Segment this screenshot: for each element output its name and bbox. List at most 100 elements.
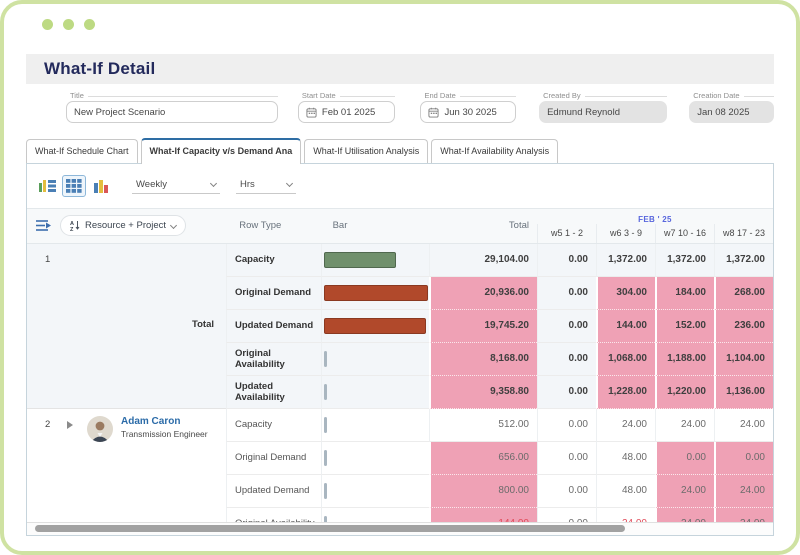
title-input[interactable]: [74, 106, 270, 118]
grid-row: Original Availability 8,168.00 0.00 1,068.0…: [226, 342, 773, 376]
zero-bar-tick: [324, 383, 327, 400]
bar-cell: [321, 309, 429, 343]
group-resource-cell: 1 Total: [27, 244, 226, 409]
demand-bar: [324, 284, 428, 301]
start-date-input[interactable]: [321, 106, 388, 118]
total-cell: 656.00: [429, 441, 537, 475]
week-cell: 1,220.00: [655, 375, 714, 409]
grid-row: Updated Demand 19,745.20 0.00 144.00 152.00 2…: [226, 309, 773, 343]
end-date-input[interactable]: [444, 106, 509, 118]
row-type-label: Updated Demand: [226, 309, 321, 343]
expand-all-icon[interactable]: [35, 219, 52, 232]
week-cell: 144.00: [596, 309, 655, 343]
bar-cell: [321, 441, 429, 475]
end-date-label: End Date: [420, 90, 516, 101]
month-group-header: FEB ' 25: [638, 214, 672, 224]
page-header: What-If Detail: [26, 54, 774, 84]
start-date-label: Start Date: [298, 90, 396, 101]
zero-bar-tick: [324, 449, 327, 466]
window-controls: [42, 19, 95, 30]
chevron-down-icon: [170, 221, 178, 229]
period-select[interactable]: Weekly: [132, 177, 220, 195]
tab-utilisation-analysis[interactable]: What-If Utilisation Analysis: [304, 139, 429, 163]
calendar-icon[interactable]: [306, 107, 317, 118]
week-cell: 0.00: [537, 375, 596, 409]
bar-cell: [321, 507, 429, 523]
creation-date-input: [697, 106, 766, 118]
column-header-bar: Bar: [332, 220, 348, 232]
row-type-label: Original Availability: [226, 342, 321, 376]
row-number: 1: [45, 253, 51, 265]
window-dot-icon[interactable]: [42, 19, 53, 30]
week-cell: 24.00: [655, 408, 714, 442]
detail-form: Title Start Date End Date Created By: [4, 90, 796, 130]
week-cell: 0.00: [655, 441, 714, 475]
column-header-week: w8 17 - 23: [713, 223, 773, 243]
zero-bar-tick: [324, 350, 327, 367]
bar-cell: [321, 474, 429, 508]
analysis-tabs: What-If Schedule Chart What-If Capacity …: [26, 138, 774, 164]
week-cell: 0.00: [537, 507, 596, 523]
row-number: 2: [45, 418, 51, 430]
unit-select[interactable]: Hrs: [236, 177, 296, 195]
end-date-field: End Date: [420, 90, 517, 130]
group-total-label: Total: [192, 318, 214, 330]
week-cell: 24.00: [714, 507, 773, 523]
calendar-icon[interactable]: [428, 107, 440, 118]
week-cell: 1,188.00: [655, 342, 714, 376]
chart-grid-view-icon[interactable]: [35, 175, 59, 197]
group-resource-cell: 2 Adam Caron Transmission Engineer: [27, 409, 226, 522]
week-cell: 0.00: [537, 441, 596, 475]
week-cell: 0.00: [714, 441, 773, 475]
week-cell: 268.00: [714, 276, 773, 310]
week-cell: 48.00: [596, 441, 655, 475]
grid-header: AZ Resource + Project Row Type Bar Total…: [27, 207, 773, 244]
tab-availability-analysis[interactable]: What-If Availability Analysis: [431, 139, 559, 163]
view-toolbar: Weekly Hrs: [27, 164, 773, 208]
total-cell: 512.00: [429, 408, 537, 442]
week-cell: 1,104.00: [714, 342, 773, 376]
total-cell: 9,358.80: [429, 375, 537, 409]
horizontal-scrollbar[interactable]: [27, 522, 773, 535]
resource-info: Adam Caron Transmission Engineer: [121, 416, 208, 439]
grid-row: Capacity 512.00 0.00 24.00 24.00 24.00: [226, 408, 773, 442]
row-type-label: Updated Demand: [226, 474, 321, 508]
week-cell: 152.00: [655, 309, 714, 343]
total-cell: 20,936.00: [429, 276, 537, 310]
row-type-label: Capacity: [226, 408, 321, 442]
bar-cell: [321, 408, 429, 442]
group-rows: Capacity 29,104.00 0.00 1,372.00 1,372.00 1,3…: [226, 243, 773, 409]
bar-cell: [321, 375, 429, 409]
group-by-select[interactable]: AZ Resource + Project: [60, 215, 187, 237]
resource-avatar: [87, 415, 113, 442]
zero-bar-tick: [324, 482, 327, 499]
scrollbar-thumb[interactable]: [35, 525, 625, 533]
week-cell: 24.00: [655, 474, 714, 508]
total-cell: 800.00: [429, 474, 537, 508]
tab-schedule-chart[interactable]: What-If Schedule Chart: [26, 139, 138, 163]
tab-capacity-vs-demand[interactable]: What-If Capacity v/s Demand Ana: [140, 138, 302, 164]
row-type-label: Updated Availability: [226, 375, 321, 409]
row-type-label: Original Demand: [226, 441, 321, 475]
capacity-bar: [324, 251, 396, 268]
created-by-label: Created By: [539, 90, 667, 101]
grid-view-icon[interactable]: [62, 174, 86, 197]
grid-row: Updated Demand 800.00 0.00 48.00 24.00 24.00: [226, 474, 773, 508]
resource-name-link[interactable]: Adam Caron: [121, 416, 208, 427]
expand-arrow-icon[interactable]: [67, 420, 73, 429]
week-cell: 24.00: [655, 507, 714, 523]
week-cell: 184.00: [655, 276, 714, 310]
title-label: Title: [66, 90, 278, 101]
bar-chart-view-icon[interactable]: [89, 175, 113, 197]
grid-row: Original Availability-144.000.00-24.0024…: [226, 507, 773, 523]
app-window: What-If Detail Title Start Date End Date…: [0, 0, 800, 555]
window-dot-icon[interactable]: [84, 19, 95, 30]
grid-row: Original Demand 656.00 0.00 48.00 0.00 0.00: [226, 441, 773, 475]
start-date-field: Start Date: [297, 90, 396, 130]
column-header-row-type: Row Type: [239, 220, 282, 232]
bar-cell: [321, 243, 429, 277]
grid-row: Capacity 29,104.00 0.00 1,372.00 1,372.00 1,3…: [226, 243, 773, 277]
window-dot-icon[interactable]: [63, 19, 74, 30]
unit-select-value: Hrs: [240, 179, 255, 191]
column-header-total: Total: [508, 220, 529, 232]
